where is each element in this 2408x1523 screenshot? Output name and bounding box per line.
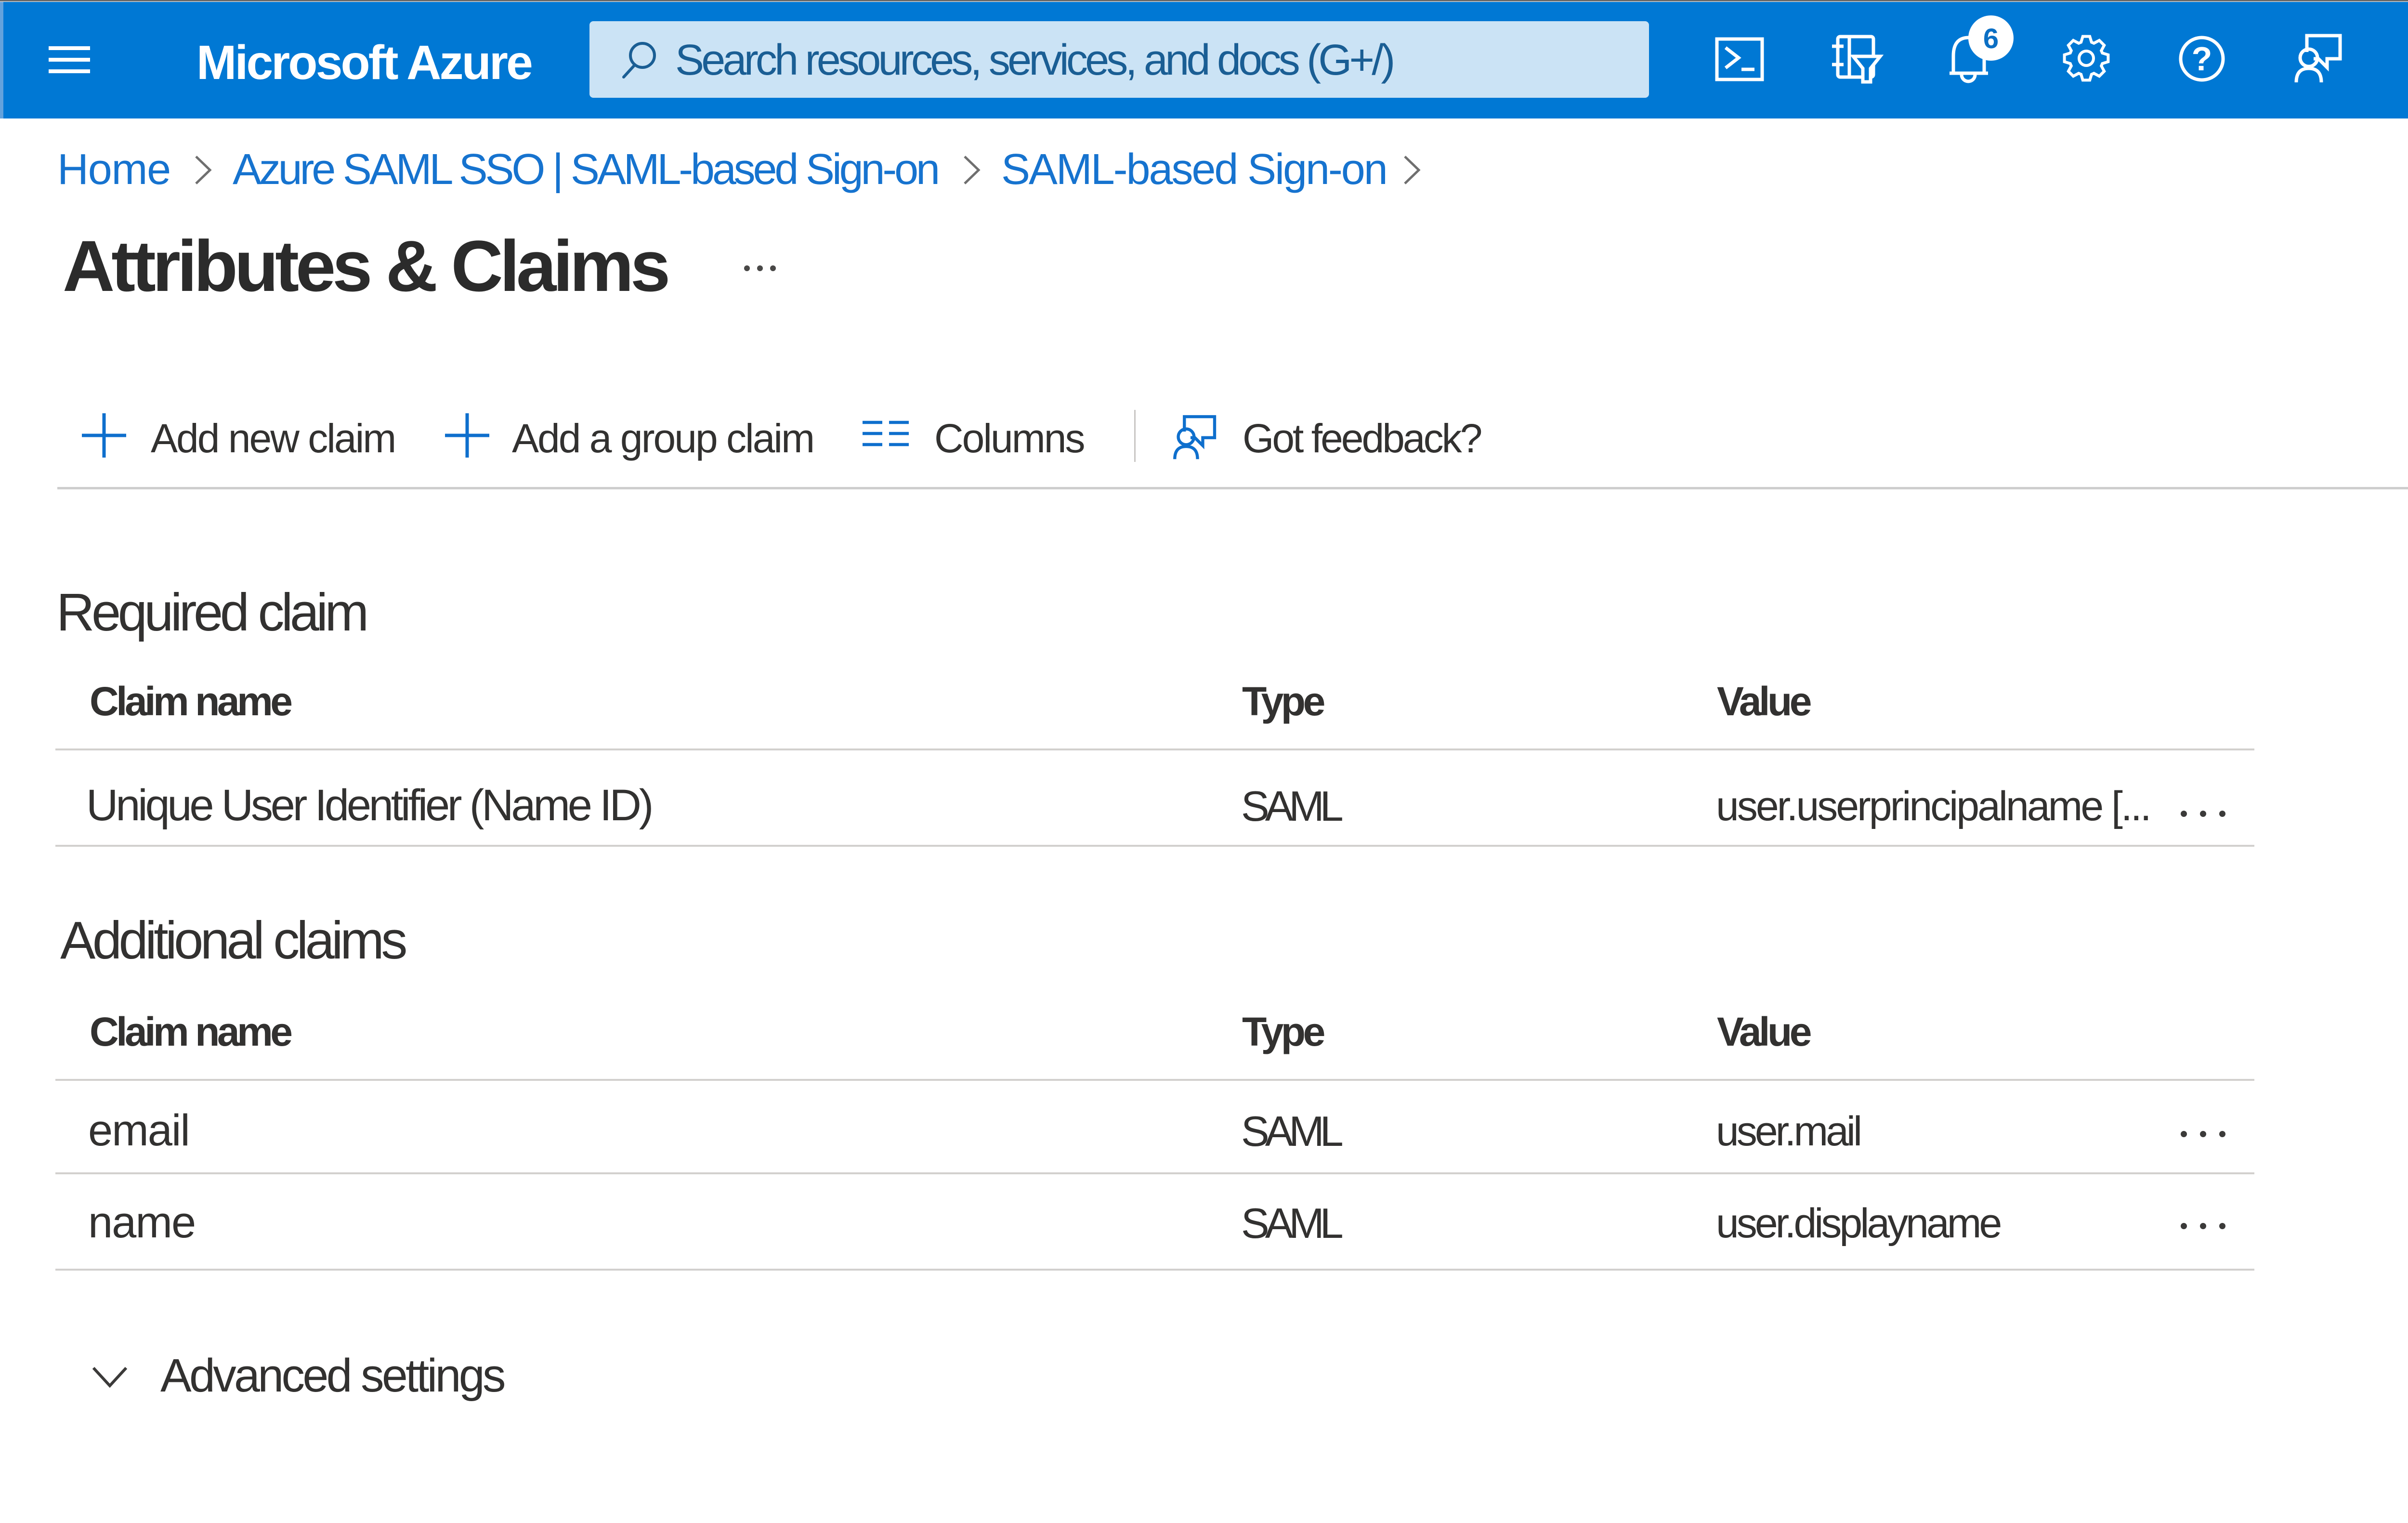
svg-text:6: 6: [1983, 23, 1999, 54]
svg-text:?: ?: [2192, 40, 2212, 78]
